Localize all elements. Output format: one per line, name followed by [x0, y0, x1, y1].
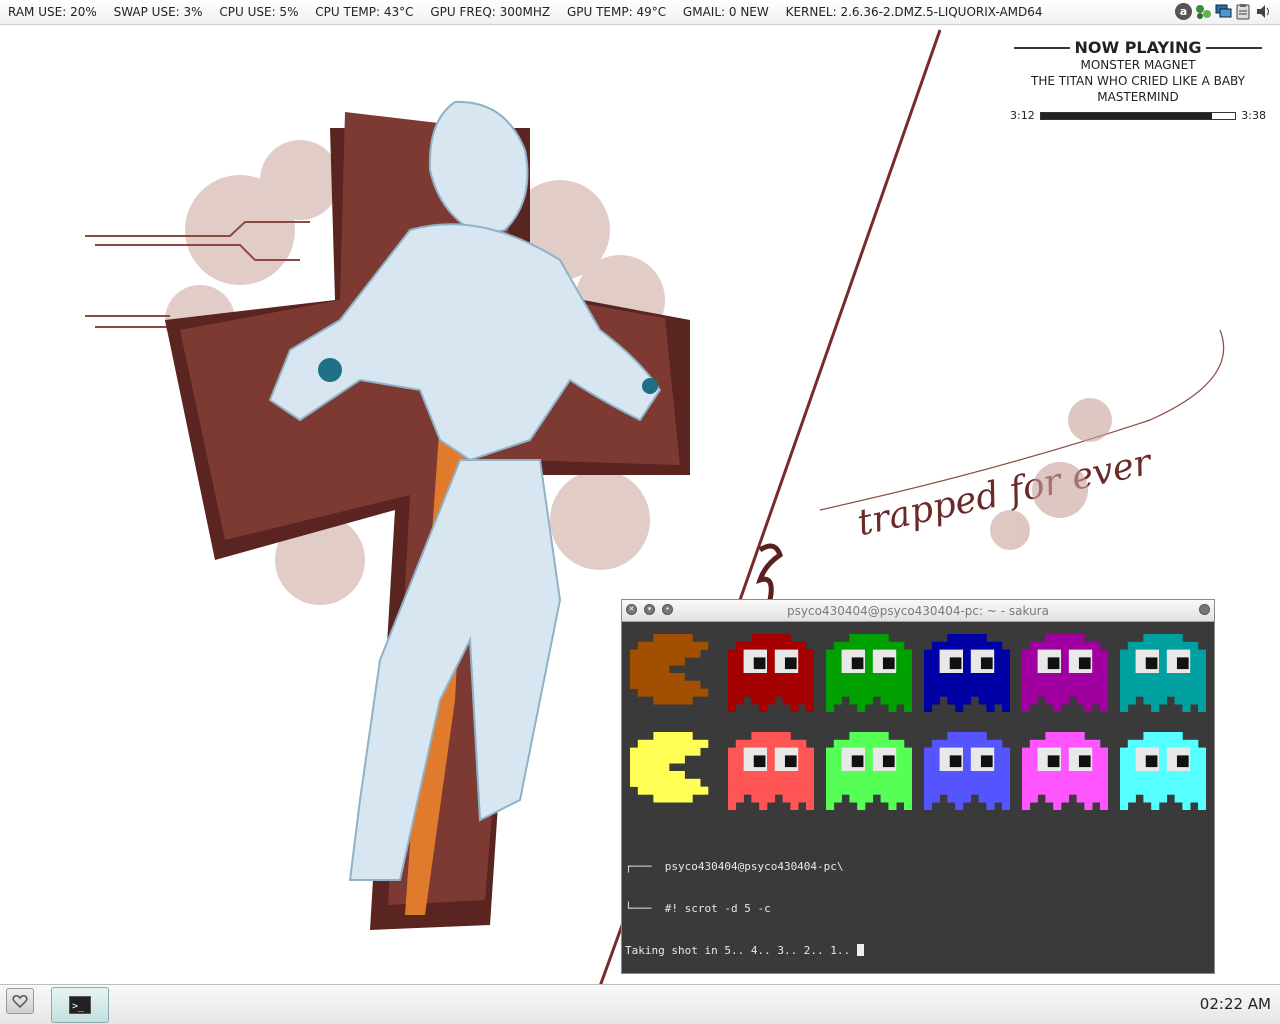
- maximize-icon[interactable]: [1199, 604, 1210, 615]
- menu-button[interactable]: [6, 988, 34, 1014]
- ram-use-stat: RAM USE: 20%: [8, 5, 97, 19]
- amarok-icon[interactable]: a: [1175, 3, 1192, 20]
- bottom-panel: >_ 02:22 AM: [0, 984, 1280, 1024]
- now-playing-widget: NOW PLAYING MONSTER MAGNET THE TITAN WHO…: [1010, 40, 1266, 124]
- ghost-sprite: [1120, 634, 1206, 712]
- ghost-sprite: [728, 634, 814, 712]
- taskbar-terminal-button[interactable]: >_: [51, 987, 109, 1023]
- ghost-sprite: [1120, 732, 1206, 810]
- pacman-sprite: [630, 732, 709, 803]
- total-time: 3:38: [1241, 109, 1266, 122]
- prompt-line-1: ┌─── psyco430404@psyco430404-pc\: [625, 860, 844, 873]
- ghost-sprite: [924, 732, 1010, 810]
- svg-text:>_: >_: [72, 1001, 85, 1012]
- system-stats: RAM USE: 20% SWAP USE: 3% CPU USE: 5% CP…: [8, 5, 1056, 19]
- now-playing-track: THE TITAN WHO CRIED LIKE A BABY: [1031, 74, 1245, 88]
- system-tray: a: [1175, 3, 1272, 20]
- terminal-icon: >_: [69, 996, 91, 1014]
- terminal-titlebar[interactable]: ✕ ▾ • psyco430404@psyco430404-pc: ~ - sa…: [622, 600, 1214, 622]
- prompt-line-2: └─── #! scrot -d 5 -c: [625, 902, 771, 915]
- volume-icon[interactable]: [1255, 3, 1272, 20]
- ghost-sprite: [1022, 732, 1108, 810]
- elapsed-time: 3:12: [1010, 109, 1035, 122]
- top-status-bar: RAM USE: 20% SWAP USE: 3% CPU USE: 5% CP…: [0, 0, 1280, 25]
- ghost-sprite: [826, 634, 912, 712]
- ghost-sprite: [1022, 634, 1108, 712]
- progress-bar: [1039, 112, 1237, 120]
- progress-fill: [1040, 113, 1212, 119]
- clock: 02:22 AM: [1199, 995, 1271, 1013]
- terminal-content[interactable]: ┌─── psyco430404@psyco430404-pc\ └─── #!…: [622, 622, 1214, 973]
- terminal-title: psyco430404@psyco430404-pc: ~ - sakura: [787, 604, 1049, 618]
- clipboard-icon[interactable]: [1235, 3, 1252, 20]
- terminal-window[interactable]: ✕ ▾ • psyco430404@psyco430404-pc: ~ - sa…: [621, 599, 1215, 974]
- cursor: [856, 944, 864, 956]
- cpu-use-stat: CPU USE: 5%: [219, 5, 299, 19]
- terminal-output: ┌─── psyco430404@psyco430404-pc\ └─── #!…: [625, 832, 864, 986]
- display-icon[interactable]: [1215, 3, 1232, 20]
- ghost-sprite: [826, 732, 912, 810]
- heart-icon: [12, 995, 28, 1008]
- swap-use-stat: SWAP USE: 3%: [113, 5, 203, 19]
- ghost-sprite: [924, 634, 1010, 712]
- now-playing-artist: MONSTER MAGNET: [1080, 58, 1196, 72]
- now-playing-progress: 3:12 3:38: [1010, 108, 1266, 124]
- now-playing-album: MASTERMIND: [1097, 90, 1179, 104]
- network-icon[interactable]: [1195, 3, 1212, 20]
- ghost-sprite: [728, 732, 814, 810]
- kernel-stat: KERNEL: 2.6.36-2.DMZ.5-LIQUORIX-AMD64: [785, 5, 1043, 19]
- output-line: Taking shot in 5.. 4.. 3.. 2.. 1..: [625, 944, 864, 958]
- now-playing-heading: NOW PLAYING: [1010, 40, 1266, 56]
- gpu-freq-stat: GPU FREQ: 300MHZ: [430, 5, 551, 19]
- cpu-temp-stat: CPU TEMP: 43°C: [315, 5, 414, 19]
- pacman-sprite: [630, 634, 709, 705]
- gmail-stat: GMAIL: 0 NEW: [682, 5, 769, 19]
- gpu-temp-stat: GPU TEMP: 49°C: [566, 5, 667, 19]
